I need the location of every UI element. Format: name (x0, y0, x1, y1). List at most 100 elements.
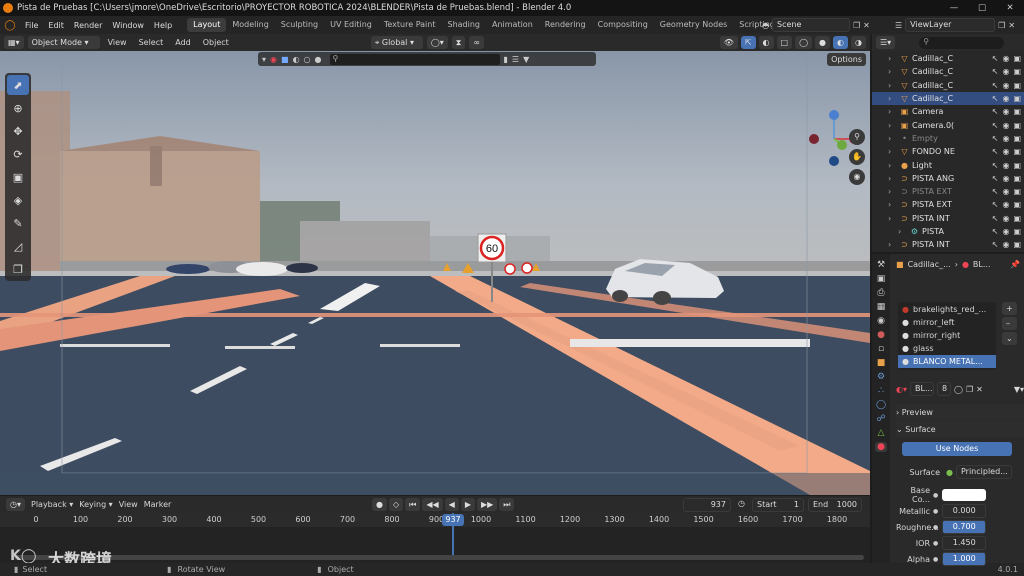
eye-icon[interactable]: ◉ (1002, 227, 1009, 236)
proportional-edit-icon[interactable]: ∞ (469, 36, 485, 49)
playhead-label[interactable]: 937 (442, 514, 464, 526)
rotate-tool-icon[interactable]: ⟳ (7, 144, 29, 164)
xray-icon[interactable]: □ (776, 36, 793, 49)
link-dropdown-icon[interactable]: ▼▾ (1014, 385, 1024, 394)
select-arrow-icon[interactable]: ↖ (992, 214, 999, 223)
options-button[interactable]: Options (827, 53, 866, 66)
outliner-item[interactable]: › ⊃ PISTA EXT ↖ ◉ ▣ (872, 185, 1024, 198)
collection-tab-icon[interactable]: ▫ (878, 344, 884, 354)
outliner-item[interactable]: › • Empty ↖ ◉ ▣ (872, 132, 1024, 145)
data-tab-icon[interactable]: △ (878, 428, 885, 438)
tab-modeling[interactable]: Modeling (226, 18, 274, 32)
expand-chevron-icon[interactable]: › (888, 54, 891, 63)
expand-chevron-icon[interactable]: › (888, 147, 891, 156)
eye-icon[interactable]: ◉ (1002, 174, 1009, 183)
zoom-icon[interactable]: ⚲ (849, 129, 865, 145)
material-field-value[interactable]: 1.450 (942, 536, 987, 550)
eye-icon[interactable]: ◉ (1002, 107, 1009, 116)
base-color-swatch[interactable] (942, 489, 987, 501)
pan-hand-icon[interactable]: ✋ (849, 149, 865, 165)
new-scene-icon[interactable]: ❐ (853, 21, 860, 30)
annotate-tool-icon[interactable]: ✎ (7, 213, 29, 233)
menu-render[interactable]: Render (69, 21, 107, 30)
delete-viewlayer-icon[interactable]: ✕ (1008, 21, 1015, 30)
viewlayer-icon[interactable]: ☰ (895, 21, 902, 30)
expand-chevron-icon[interactable]: › (888, 187, 891, 196)
blender-menu-icon[interactable]: ◯ (0, 20, 20, 31)
expand-chevron-icon[interactable]: › (888, 94, 891, 103)
eye-icon[interactable]: ◉ (1002, 134, 1009, 143)
expand-chevron-icon[interactable]: › (888, 200, 891, 209)
render-camera-icon[interactable]: ▣ (1013, 134, 1021, 143)
select-arrow-icon[interactable]: ↖ (992, 134, 999, 143)
menu-playback[interactable]: Playback ▾ (31, 500, 73, 509)
preview-panel-header[interactable]: Preview (902, 408, 933, 417)
duplicate-material-icon[interactable]: ❐ (966, 385, 973, 394)
eye-icon[interactable]: ◉ (1002, 187, 1009, 196)
tab-compositing[interactable]: Compositing (592, 18, 654, 32)
shading-material-icon[interactable]: ◐ (833, 36, 849, 49)
menu-file[interactable]: File (20, 21, 43, 30)
current-frame-field[interactable]: 937 (683, 498, 731, 512)
menu-view[interactable]: View (104, 38, 131, 47)
select-arrow-icon[interactable]: ↖ (992, 161, 999, 170)
outliner-editor-icon[interactable]: ☰▾ (876, 36, 896, 49)
viewport-search-field[interactable]: ⚲ (329, 53, 500, 65)
scene-icon[interactable]: ◓ (762, 21, 769, 30)
expand-chevron-icon[interactable]: › (888, 67, 891, 76)
tab-animation[interactable]: Animation (486, 18, 539, 32)
user-count[interactable]: 8 (937, 382, 951, 396)
light-icon[interactable]: ● (315, 55, 322, 64)
select-arrow-icon[interactable]: ↖ (992, 121, 999, 130)
material-slot[interactable]: ● brakelights_red_... (898, 303, 996, 316)
pivot-icon[interactable]: ◯▾ (426, 36, 448, 49)
menu-timeline-view[interactable]: View (119, 500, 138, 509)
render-camera-icon[interactable]: ▣ (1013, 121, 1021, 130)
pin-icon[interactable]: 📌 (1010, 260, 1020, 269)
scale-tool-icon[interactable]: ▣ (7, 167, 29, 187)
frame-ruler[interactable]: 0 100 200 300 400 500 600 700 800 900 1000 1100 1200… (0, 513, 870, 527)
material-slot[interactable]: ● glass (898, 342, 996, 355)
filter-icon[interactable]: ▾ (262, 55, 266, 64)
outliner-item[interactable]: › ● Light ↖ ◉ ▣ (872, 158, 1024, 171)
expand-chevron-icon[interactable]: › (888, 174, 891, 183)
expand-chevron-icon[interactable]: › (888, 81, 891, 90)
eye-icon[interactable]: ◉ (1002, 121, 1009, 130)
render-camera-icon[interactable]: ▣ (1013, 227, 1021, 236)
move-tool-icon[interactable]: ✥ (7, 121, 29, 141)
jump-start-icon[interactable]: ⏮ (405, 498, 421, 511)
menu-window[interactable]: Window (107, 21, 149, 30)
eye-icon[interactable]: ◉ (1002, 214, 1009, 223)
mode-dropdown[interactable]: Object Mode ▾ (27, 36, 100, 49)
list-icon[interactable]: ☰ (512, 55, 519, 64)
material-slot[interactable]: ● mirror_right (898, 329, 996, 342)
keyframe-icon[interactable]: ◇ (388, 498, 404, 511)
object-tab-icon[interactable]: ■ (877, 358, 886, 368)
select-arrow-icon[interactable]: ↖ (992, 147, 999, 156)
expand-chevron-icon[interactable]: › (888, 161, 891, 170)
play-icon[interactable]: ▶ (460, 498, 475, 511)
render-camera-icon[interactable]: ▣ (1013, 107, 1021, 116)
transform-orientation-dropdown[interactable]: ⌖ Global ▾ (370, 36, 423, 49)
shading-solid-icon[interactable]: ● (815, 36, 831, 49)
menu-add[interactable]: Add (171, 38, 195, 47)
render-camera-icon[interactable]: ▣ (1013, 147, 1021, 156)
outliner-item[interactable]: › ▽ Cadillac_C ↖ ◉ ▣ (872, 65, 1024, 78)
menu-edit[interactable]: Edit (43, 21, 69, 30)
gizmo-toggle-icon[interactable]: ⇱ (740, 36, 756, 49)
material-field-value[interactable]: 0.000 (942, 504, 987, 518)
shading-rendered-icon[interactable]: ◑ (851, 36, 866, 49)
outliner-item[interactable]: › ⊃ PISTA ANG ↖ ◉ ▣ (872, 172, 1024, 185)
material-slot[interactable]: ● BLANCO METAL... (898, 355, 996, 368)
select-arrow-icon[interactable]: ↖ (992, 240, 999, 249)
physics-tab-icon[interactable]: ◯ (876, 400, 886, 410)
menu-help[interactable]: Help (149, 21, 177, 30)
measure-tool-icon[interactable]: ◿ (7, 236, 29, 256)
render-camera-icon[interactable]: ▣ (1013, 67, 1021, 76)
outliner-item[interactable]: › ▣ Camera.0(↖ ◉ ▣ (872, 118, 1024, 131)
select-arrow-icon[interactable]: ↖ (992, 81, 999, 90)
editor-type-button[interactable]: ▦▾ (4, 36, 24, 49)
select-arrow-icon[interactable]: ↖ (992, 227, 999, 236)
menu-object[interactable]: Object (199, 38, 233, 47)
vertex-icon[interactable]: ○ (304, 55, 311, 64)
